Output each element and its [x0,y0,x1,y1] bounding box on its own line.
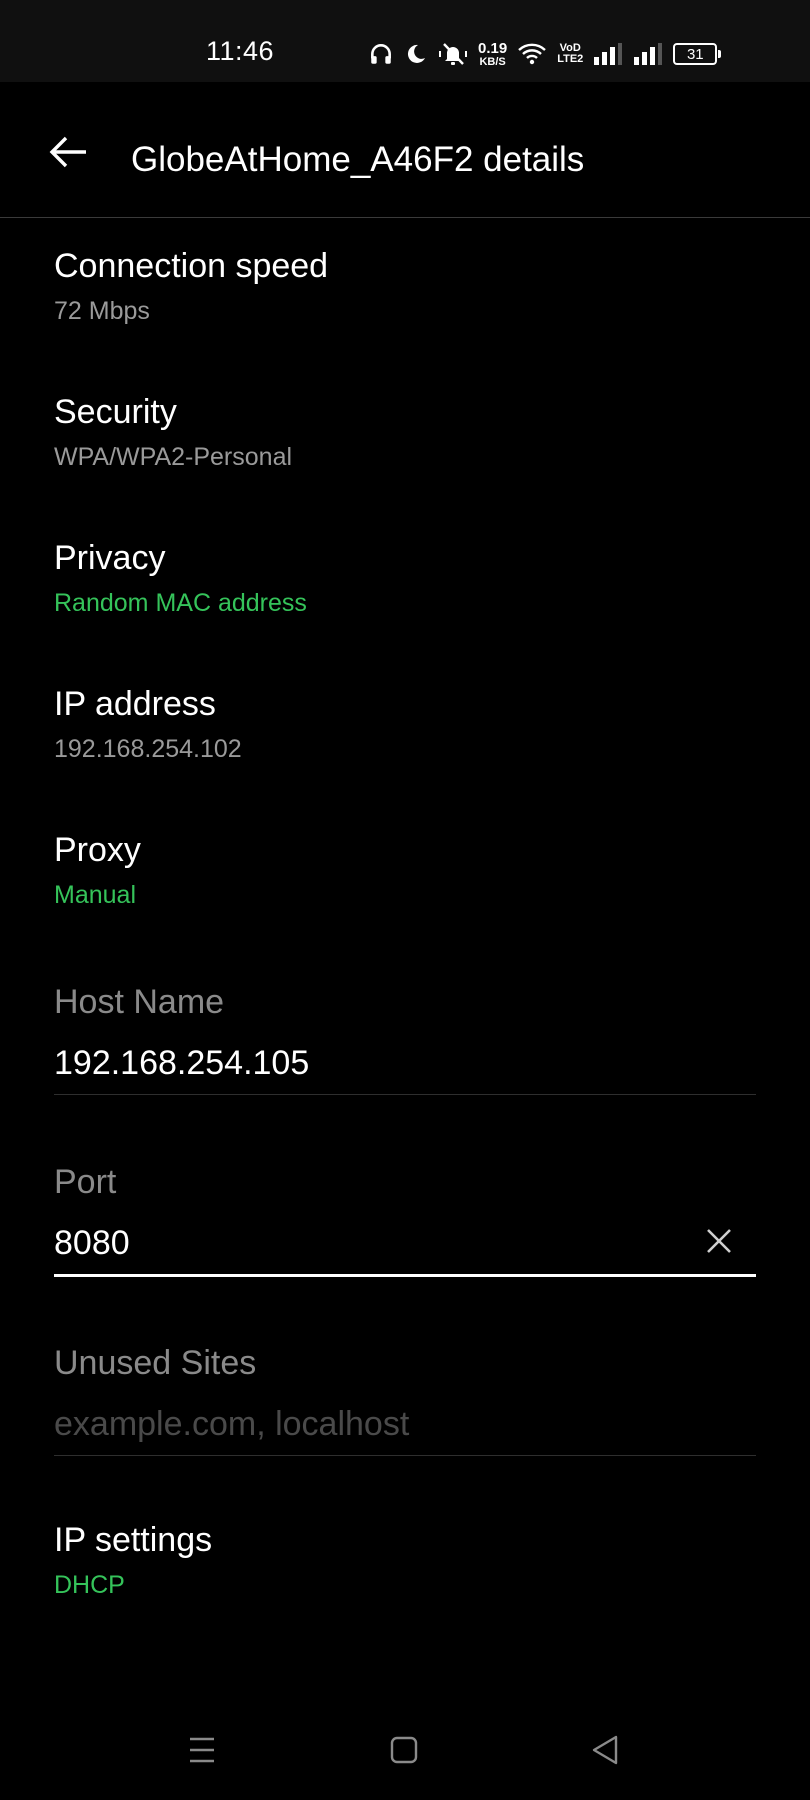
battery-level: 31 [686,45,704,63]
privacy-row[interactable]: Privacy Random MAC address [54,538,754,618]
ip-settings-row[interactable]: IP settings DHCP [54,1520,754,1600]
ip-settings-title: IP settings [54,1521,213,1559]
proxy-title: Proxy [54,831,141,869]
volte-indicator: VoD LTE2 [557,43,583,65]
navigation-bar [0,1700,810,1800]
wifi-icon [517,42,547,66]
back-nav-button[interactable] [586,1730,626,1770]
menu-lines-icon [182,1737,222,1774]
status-bar: 11:46 0.19 KB/S VoD LTE2 31 [0,0,810,82]
net-speed-unit: KB/S [479,55,506,68]
security-title: Security [54,393,177,431]
unused-sites-field: Unused Sites [54,1343,756,1456]
port-label: Port [54,1163,117,1201]
clear-port-button[interactable] [702,1224,736,1258]
status-time: 11:46 [206,36,275,66]
unused-sites-input-wrap [54,1401,756,1456]
net-speed-value: 0.19 [478,39,508,57]
ip-address-value: 192.168.254.102 [54,735,242,763]
privacy-title: Privacy [54,539,166,577]
net-speed-indicator: 0.19 KB/S [478,41,507,68]
headphones-icon [368,41,394,67]
triangle-back-icon [586,1735,626,1774]
status-icons: 0.19 KB/S VoD LTE2 31 [368,34,722,74]
host-name-field: Host Name [54,982,756,1095]
signal-2-icon [633,43,663,65]
ip-address-title: IP address [54,685,216,723]
proxy-value: Manual [54,881,136,909]
page-title: GlobeAtHome_A46F2 details [131,140,585,179]
connection-speed-value: 72 Mbps [54,297,150,325]
port-field: Port [54,1162,756,1277]
close-icon [702,1229,736,1262]
host-name-input-wrap [54,1040,756,1095]
port-input[interactable] [54,1220,694,1266]
unused-sites-label: Unused Sites [54,1344,257,1382]
host-name-input[interactable] [54,1040,694,1086]
proxy-row[interactable]: Proxy Manual [54,830,754,910]
square-icon [384,1736,424,1774]
security-row: Security WPA/WPA2-Personal [54,392,754,472]
volte-bottom-label: LTE2 [557,53,584,65]
host-name-label: Host Name [54,983,225,1021]
home-button[interactable] [384,1730,424,1770]
unused-sites-input[interactable] [54,1401,694,1447]
app-header: GlobeAtHome_A46F2 details [0,82,810,218]
vibrate-mute-icon [438,41,468,67]
port-input-wrap [54,1220,756,1277]
connection-speed-row: Connection speed 72 Mbps [54,246,754,326]
ip-address-row: IP address 192.168.254.102 [54,684,754,764]
battery-icon: 31 [673,43,722,65]
back-button[interactable] [44,128,92,176]
connection-speed-title: Connection speed [54,247,329,285]
arrow-left-icon [44,136,92,180]
moon-icon [404,42,428,66]
security-value: WPA/WPA2-Personal [54,443,293,471]
signal-1-icon [593,43,623,65]
ip-settings-value: DHCP [54,1571,125,1599]
privacy-value: Random MAC address [54,589,307,617]
recent-apps-button[interactable] [182,1730,222,1770]
